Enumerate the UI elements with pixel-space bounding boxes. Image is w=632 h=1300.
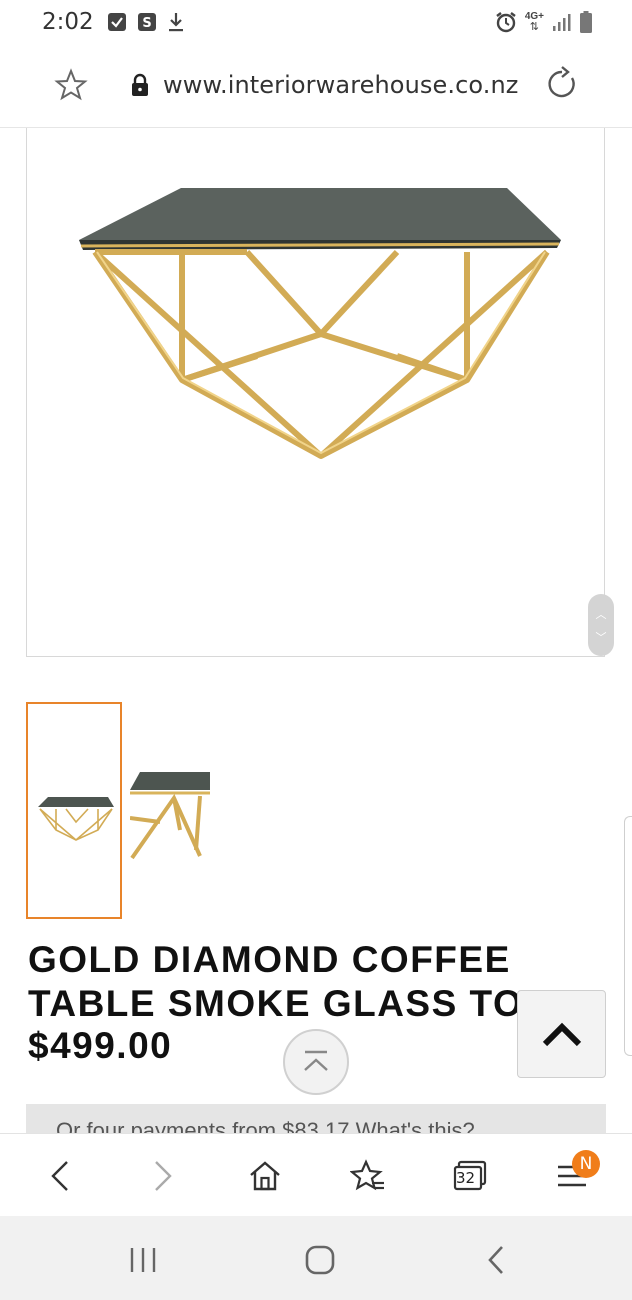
forward-button[interactable]	[141, 1154, 185, 1198]
thumbnail-table-closeup-image	[130, 772, 210, 860]
reload-icon[interactable]	[544, 66, 580, 107]
product-title: GOLD DIAMOND COFFEE TABLE SMOKE GLASS TO…	[28, 939, 550, 1024]
menu-badge: N	[572, 1150, 600, 1178]
url-text[interactable]: www.interiorwarehouse.co.nz	[163, 71, 519, 99]
afterpay-banner[interactable]: Or four payments from $83.17 What's this…	[26, 1104, 606, 1134]
home-nav-button[interactable]	[298, 1238, 342, 1282]
browser-toolbar: 32 N	[0, 1133, 632, 1216]
url-bar[interactable]: www.interiorwarehouse.co.nz	[0, 44, 632, 128]
chevron-down-icon: ﹀	[595, 631, 607, 644]
thumbnail-table-image	[38, 797, 114, 841]
home-icon	[250, 1161, 280, 1191]
product-price: $499.00	[28, 1025, 173, 1066]
battery-icon	[580, 11, 592, 33]
scroll-handle[interactable]: ︿ ﹀	[588, 594, 614, 656]
tabs-count: 32	[456, 1169, 476, 1187]
thumbnail-2[interactable]	[130, 760, 212, 860]
system-navigation-bar	[0, 1216, 632, 1300]
thumbnail-1[interactable]	[26, 702, 122, 919]
check-notification-icon	[107, 13, 126, 31]
signal-icon	[552, 13, 572, 31]
download-icon	[168, 12, 184, 32]
s-notification-icon: S	[137, 13, 156, 31]
home-nav-icon	[305, 1245, 335, 1275]
bookmark-star-icon[interactable]	[54, 68, 88, 107]
back-nav-icon	[488, 1246, 503, 1274]
lock-icon	[130, 73, 150, 102]
status-bar: 2:02 S 4G+ ⇅	[0, 0, 632, 44]
recent-apps-icon	[130, 1248, 156, 1272]
svg-text:S: S	[142, 16, 151, 31]
back-nav-button[interactable]	[474, 1238, 518, 1282]
chevron-right-icon	[155, 1161, 172, 1191]
chevron-up-icon: ︿	[595, 608, 607, 621]
back-button[interactable]	[38, 1154, 82, 1198]
system-status-icons: 4G+ ⇅	[495, 11, 592, 33]
afterpay-text: Or four payments from $83.17 What's this…	[56, 1118, 475, 1134]
side-panel-edge[interactable]	[624, 816, 632, 1056]
bookmarks-button[interactable]	[346, 1154, 390, 1198]
coffee-table-illustration	[79, 188, 561, 459]
alarm-icon	[495, 11, 517, 33]
status-time: 2:02	[42, 9, 94, 35]
notification-icons: S	[107, 12, 184, 32]
product-main-image[interactable]	[26, 128, 605, 657]
tabs-button[interactable]: 32	[448, 1154, 492, 1198]
network-type-icon: 4G+ ⇅	[524, 11, 544, 33]
double-chevron-up-icon	[304, 1050, 328, 1071]
home-button[interactable]	[243, 1154, 287, 1198]
scroll-to-top-button[interactable]	[283, 1029, 349, 1095]
bookmarks-star-icon	[350, 1159, 384, 1191]
back-to-top-button[interactable]	[517, 990, 606, 1078]
menu-button[interactable]: N	[550, 1150, 600, 1198]
chevron-left-icon	[51, 1161, 68, 1191]
caret-up-icon	[542, 1022, 581, 1047]
recent-apps-button[interactable]	[121, 1238, 165, 1282]
